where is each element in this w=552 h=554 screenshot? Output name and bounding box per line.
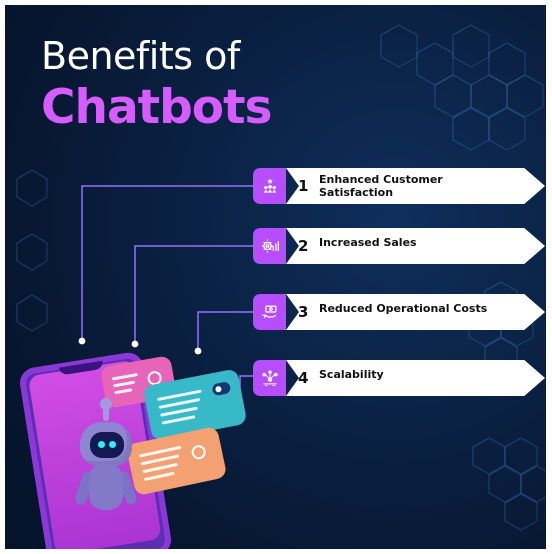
network-scale-icon [253,360,286,396]
robot-icon [71,398,141,526]
robot-antenna [100,398,112,421]
benefit-row-1: 1 Enhanced Customer Satisfaction [253,168,545,204]
infographic-poster: Benefits of Chatbots 1 Enhanced Customer… [5,5,546,549]
benefit-label: Scalability [319,368,384,381]
title-line-2: Chatbots [41,80,273,135]
benefit-number: 4 [298,369,309,387]
benefit-row-2: 2 Increased Sales [253,228,545,264]
title-line-1: Benefits of [41,34,240,78]
benefit-label: Enhanced Customer Satisfaction [319,173,443,199]
star-people-icon [253,168,286,204]
benefit-label: Reduced Operational Costs [319,302,488,315]
benefit-number: 3 [298,303,309,321]
chart-gear-icon [253,228,286,264]
benefit-label: Increased Sales [319,236,417,249]
benefit-number: 1 [298,177,309,195]
benefit-row-3: 3 Reduced Operational Costs [253,294,545,330]
benefit-row-4: 4 Scalability [253,360,545,396]
robot-body [89,464,123,510]
robot-head [80,422,132,466]
money-hand-icon [253,294,286,330]
benefit-number: 2 [298,237,309,255]
robot-face [90,432,124,458]
